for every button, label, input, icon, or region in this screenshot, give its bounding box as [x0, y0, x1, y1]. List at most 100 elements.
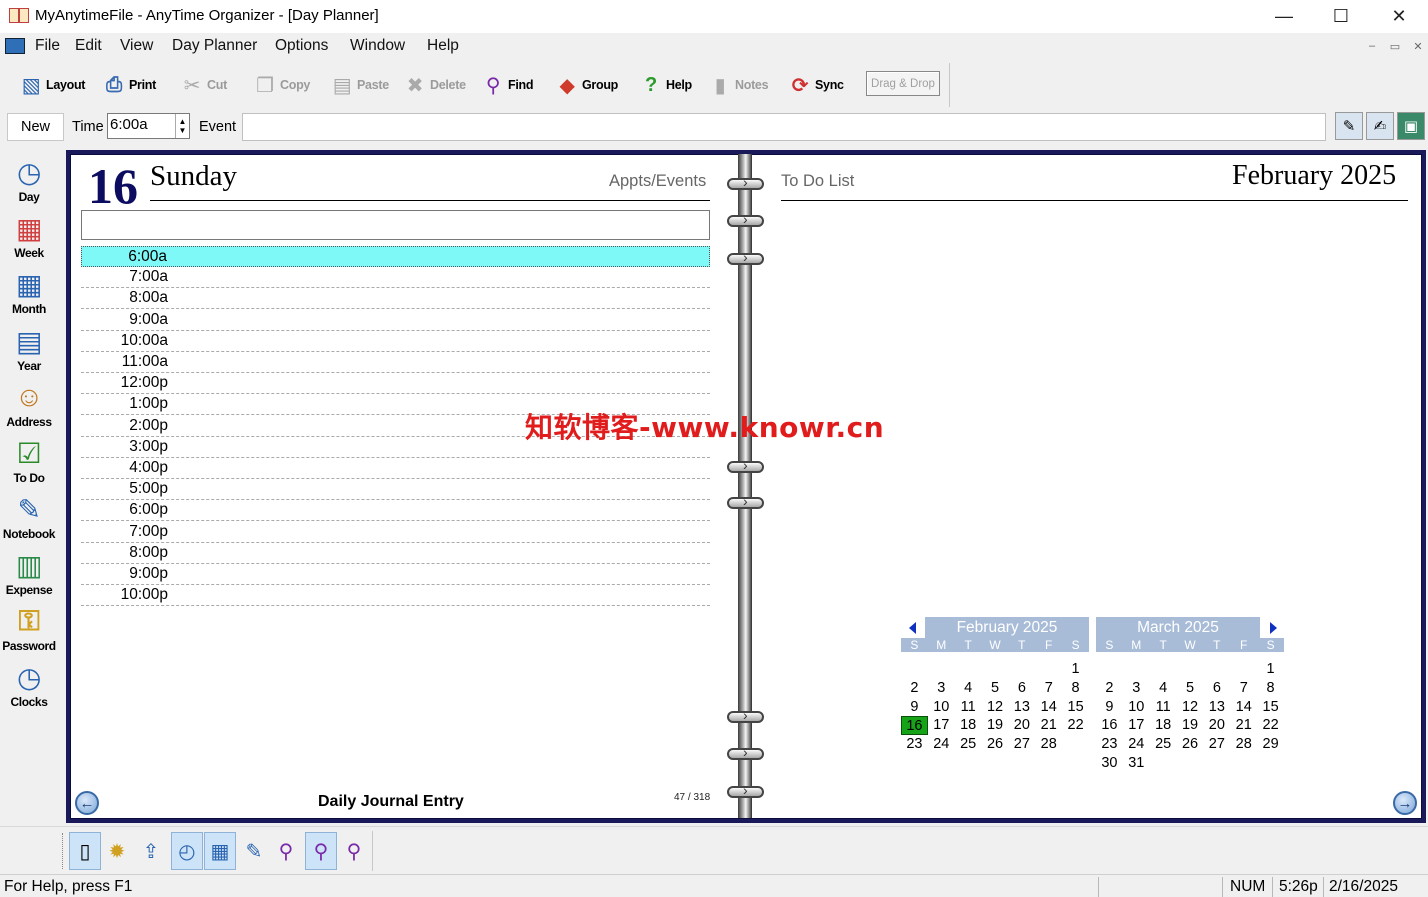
- cut-button[interactable]: ✂ Cut: [179, 63, 227, 107]
- mdi-restore-button[interactable]: ▭: [1385, 40, 1405, 56]
- calendar-view-icon[interactable]: ▦: [204, 832, 236, 870]
- todo-list-area[interactable]: [781, 204, 1408, 604]
- time-slot[interactable]: 10:00p: [81, 585, 710, 607]
- calendar-day[interactable]: 24: [1123, 735, 1150, 754]
- drag-drop-area[interactable]: Drag & Drop: [866, 71, 940, 96]
- calendar-day[interactable]: 28: [1035, 735, 1062, 754]
- daily-journal-entry[interactable]: Daily Journal Entry: [318, 793, 464, 811]
- menu-edit[interactable]: Edit: [75, 37, 102, 55]
- notes-button[interactable]: ▮ Notes: [707, 63, 769, 107]
- time-slot[interactable]: 11:00a: [81, 352, 710, 373]
- calendar-day[interactable]: 21: [1035, 716, 1062, 735]
- time-slot[interactable]: 6:00a: [81, 246, 710, 267]
- calendar-day[interactable]: 26: [982, 735, 1009, 754]
- menu-window[interactable]: Window: [350, 37, 405, 55]
- calendar-day[interactable]: 3: [1123, 679, 1150, 698]
- edit-page-icon[interactable]: ✎: [238, 832, 270, 870]
- calendar-day[interactable]: 12: [982, 698, 1009, 717]
- time-spinner[interactable]: 6:00a ▲ ▼: [107, 113, 190, 139]
- calendar-day[interactable]: 19: [982, 716, 1009, 735]
- calendar-day[interactable]: 4: [1150, 679, 1177, 698]
- delete-button[interactable]: ✖ Delete: [402, 63, 466, 107]
- calendar-day[interactable]: 18: [955, 716, 982, 735]
- calendar-day[interactable]: 28: [1230, 735, 1257, 754]
- mdi-minimize-button[interactable]: –: [1362, 40, 1382, 56]
- calendar-day[interactable]: 24: [928, 735, 955, 754]
- calendar-day[interactable]: 17: [1123, 716, 1150, 735]
- calendar-day[interactable]: 18: [1150, 716, 1177, 735]
- calendar-day[interactable]: 9: [1096, 698, 1123, 717]
- sidebar-clocks[interactable]: ◷ Clocks: [0, 659, 58, 715]
- calendar-day[interactable]: 2: [1096, 679, 1123, 698]
- calendar-day[interactable]: 5: [1177, 679, 1204, 698]
- next-page-arrow-icon[interactable]: →: [1393, 791, 1417, 815]
- app-icon[interactable]: [9, 8, 29, 23]
- time-slot[interactable]: 5:00p: [81, 479, 710, 501]
- prev-page-arrow-icon[interactable]: ←: [75, 791, 99, 815]
- sidebar-notebook[interactable]: ✎ Notebook: [0, 491, 58, 547]
- calendar-day[interactable]: 27: [1203, 735, 1230, 754]
- calendar-day[interactable]: 14: [1230, 698, 1257, 717]
- calendar-day[interactable]: 25: [955, 735, 982, 754]
- find-page-icon[interactable]: ⚲: [305, 832, 337, 870]
- calendar-day[interactable]: 9: [901, 698, 928, 717]
- calendar-day[interactable]: 7: [1230, 679, 1257, 698]
- time-slot[interactable]: 6:00p: [81, 500, 710, 522]
- calendar-day[interactable]: 10: [928, 698, 955, 717]
- search-page-icon[interactable]: ⚲: [270, 832, 302, 870]
- calendar-day[interactable]: 17: [928, 716, 955, 735]
- calendar-day[interactable]: 31: [1123, 754, 1150, 773]
- calendar-day[interactable]: 15: [1062, 698, 1089, 717]
- calendar-day[interactable]: 3: [928, 679, 955, 698]
- calendar-day[interactable]: 26: [1177, 735, 1204, 754]
- print-button[interactable]: ⎙ Print: [101, 63, 156, 107]
- menu-options[interactable]: Options: [275, 37, 328, 55]
- sidebar-year[interactable]: ▤ Year: [0, 323, 58, 379]
- screen-icon[interactable]: ▣: [1397, 112, 1425, 140]
- calendar-day[interactable]: 21: [1230, 716, 1257, 735]
- calendar-day[interactable]: 2: [901, 679, 928, 698]
- calendar-day[interactable]: 16: [901, 716, 928, 736]
- calendar-day[interactable]: 8: [1257, 679, 1284, 698]
- calendar-day[interactable]: 29: [1257, 735, 1284, 754]
- all-day-event-field[interactable]: [81, 210, 710, 240]
- sidebar-address[interactable]: ☺ Address: [0, 379, 58, 435]
- calendar-day[interactable]: 25: [1150, 735, 1177, 754]
- calendar-day[interactable]: 7: [1035, 679, 1062, 698]
- calendar-day[interactable]: 11: [955, 698, 982, 717]
- time-slot[interactable]: 8:00p: [81, 543, 710, 564]
- calendar-day[interactable]: 20: [1203, 716, 1230, 735]
- calendar-day[interactable]: 23: [901, 735, 928, 754]
- clock-view-icon[interactable]: ◴: [171, 832, 203, 870]
- calendar-day[interactable]: 16: [1096, 716, 1123, 735]
- calendar-day[interactable]: 27: [1008, 735, 1035, 754]
- time-slot[interactable]: 10:00a: [81, 331, 710, 352]
- help-button[interactable]: ? Help: [638, 63, 692, 107]
- sidebar-todo[interactable]: ☑ To Do: [0, 435, 58, 491]
- calendar-day[interactable]: 22: [1062, 716, 1089, 735]
- mdi-close-button[interactable]: ✕: [1408, 40, 1428, 56]
- calendar-day[interactable]: 13: [1008, 698, 1035, 717]
- new-button[interactable]: New: [7, 113, 64, 141]
- sidebar-month[interactable]: ▦ Month: [0, 266, 58, 322]
- find-next-icon[interactable]: ⚲: [338, 832, 370, 870]
- menu-file[interactable]: File: [35, 37, 60, 55]
- settings-gear-icon[interactable]: ✹: [101, 832, 133, 870]
- copy-button[interactable]: ❐ Copy: [252, 63, 310, 107]
- layout-button[interactable]: ▧ Layout: [18, 63, 86, 107]
- menu-view[interactable]: View: [120, 37, 153, 55]
- calendar-day[interactable]: 13: [1203, 698, 1230, 717]
- calendar-day[interactable]: 8: [1062, 679, 1089, 698]
- event-input[interactable]: [242, 113, 1326, 141]
- time-slot[interactable]: 4:00p: [81, 458, 710, 479]
- group-button[interactable]: ◆ Group: [554, 63, 618, 107]
- time-slot[interactable]: 9:00p: [81, 564, 710, 585]
- menu-day-planner[interactable]: Day Planner: [172, 37, 257, 55]
- export-icon[interactable]: ⇪: [135, 832, 167, 870]
- close-button[interactable]: ✕: [1370, 0, 1428, 33]
- time-slot[interactable]: 12:00p: [81, 373, 710, 395]
- doc-system-menu-icon[interactable]: [5, 38, 25, 54]
- calendar-day[interactable]: 4: [955, 679, 982, 698]
- sidebar-week[interactable]: ▦ Week: [0, 210, 58, 266]
- calendar-day[interactable]: 6: [1008, 679, 1035, 698]
